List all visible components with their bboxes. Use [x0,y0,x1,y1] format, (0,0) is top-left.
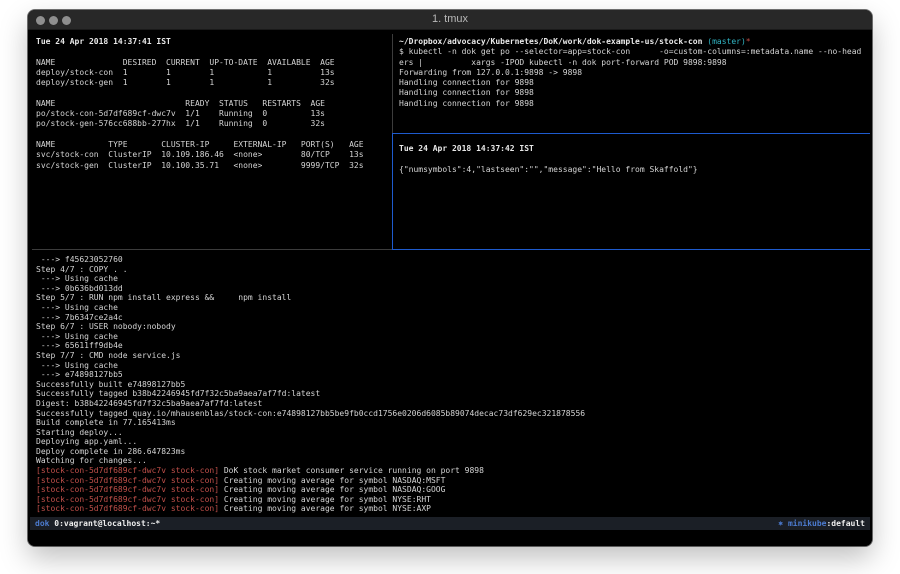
terminal-line [399,154,870,164]
terminal-line: ~/Dropbox/advocacy/Kubernetes/DoK/work/d… [399,37,870,47]
terminal-line: Digest: b38b42246945fd7f32c5ba9aea7af7fd… [36,399,870,409]
pane-port-forward[interactable]: ~/Dropbox/advocacy/Kubernetes/DoK/work/d… [394,34,870,133]
terminal-line: Tue 24 Apr 2018 14:37:42 IST [399,144,870,154]
terminal-line: [stock-con-5d7df689cf-dwc7v stock-con] C… [36,504,870,514]
terminal-line: [stock-con-5d7df689cf-dwc7v stock-con] D… [36,466,870,476]
tmux-session: Tue 24 Apr 2018 14:37:41 IST NAME DESIRE… [28,31,872,546]
terminal-line [36,88,392,98]
terminal-line: ---> Using cache [36,332,870,342]
terminal-line: Step 4/7 : COPY . . [36,265,870,275]
terminal-line: po/stock-con-5d7df689cf-dwc7v 1/1 Runnin… [36,109,392,119]
pane-divider-vertical-active[interactable] [392,133,393,249]
kube-context-indicator: ⎈ minikube:default [778,517,865,530]
terminal-line: Step 6/7 : USER nobody:nobody [36,322,870,332]
terminal-line: Build complete in 77.165413ms [36,418,870,428]
status-window-item[interactable]: 0:vagrant@localhost:~* [49,517,160,530]
kubernetes-wheel-icon: ⎈ [778,517,788,530]
window-titlebar: 1. tmux [28,10,872,30]
terminal-line: Successfully tagged b38b42246945fd7f32c5… [36,389,870,399]
pane-divider-horizontal-inactive[interactable] [32,249,392,250]
kube-namespace: :default [826,517,865,530]
terminal-line: svc/stock-con ClusterIP 10.109.186.46 <n… [36,150,392,160]
terminal-line: deploy/stock-con 1 1 1 1 13s [36,68,392,78]
terminal-line: Tue 24 Apr 2018 14:37:41 IST [36,37,392,47]
terminal-line: [stock-con-5d7df689cf-dwc7v stock-con] C… [36,485,870,495]
pane-divider-horizontal-active[interactable] [393,133,870,134]
terminal-line: NAME TYPE CLUSTER-IP EXTERNAL-IP PORT(S)… [36,140,392,150]
terminal-line: NAME DESIRED CURRENT UP-TO-DATE AVAILABL… [36,58,392,68]
window-title: 1. tmux [28,13,872,25]
pane-divider-horizontal-active-right[interactable] [392,249,870,250]
terminal-line [36,47,392,57]
terminal-line: $ kubectl -n dok get po --selector=app=s… [399,47,870,57]
terminal-line: NAME READY STATUS RESTARTS AGE [36,99,392,109]
terminal-line: ---> f45623052760 [36,255,870,265]
terminal-line: Successfully built e74898127bb5 [36,380,870,390]
terminal-line: ---> 65611ff9db4e [36,341,870,351]
terminal-line: Handling connection for 9898 [399,78,870,88]
terminal-line: Step 5/7 : RUN npm install express && np… [36,293,870,303]
terminal-line: po/stock-gen-576cc688bb-277hx 1/1 Runnin… [36,119,392,129]
kube-context: minikube [788,517,827,530]
terminal-line: Deploying app.yaml... [36,437,870,447]
terminal-line: [stock-con-5d7df689cf-dwc7v stock-con] C… [36,495,870,505]
terminal-line: Deploy complete in 286.647823ms [36,447,870,457]
terminal-line: ---> 0b636bd013dd [36,284,870,294]
terminal-line: Handling connection for 9898 [399,88,870,98]
terminal-line: ---> Using cache [36,303,870,313]
terminal-line: ---> Using cache [36,361,870,371]
terminal-line: Watching for changes... [36,456,870,466]
terminal-line: Successfully tagged quay.io/mhausenblas/… [36,409,870,419]
pane-divider-vertical-inactive[interactable] [392,34,393,133]
terminal-line: {"numsymbols":4,"lastseen":"","message":… [399,165,870,175]
pane-skaffold-build-log[interactable]: ---> f45623052760Step 4/7 : COPY . . ---… [32,251,870,516]
pane-kubectl-watch[interactable]: Tue 24 Apr 2018 14:37:41 IST NAME DESIRE… [32,34,392,248]
terminal-line: Handling connection for 9898 [399,99,870,109]
terminal-line: [stock-con-5d7df689cf-dwc7v stock-con] C… [36,476,870,486]
terminal-window: 1. tmux Tue 24 Apr 2018 14:37:41 IST NAM… [28,10,872,546]
terminal-line: ---> e74898127bb5 [36,370,870,380]
terminal-line: svc/stock-gen ClusterIP 10.100.35.71 <no… [36,161,392,171]
terminal-line [36,130,392,140]
pane-app-output-active[interactable]: Tue 24 Apr 2018 14:37:42 IST {"numsymbol… [394,135,870,248]
terminal-line: ---> Using cache [36,274,870,284]
terminal-line: deploy/stock-gen 1 1 1 1 32s [36,78,392,88]
terminal-line: Forwarding from 127.0.0.1:9898 -> 9898 [399,68,870,78]
terminal-line: ---> 7b6347ce2a4c [36,313,870,323]
tmux-status-bar: dok 0:vagrant@localhost:~* ⎈ minikube:de… [30,517,870,530]
session-name: dok [35,517,49,530]
terminal-line: ers | xargs -IPOD kubectl -n dok port-fo… [399,58,870,68]
terminal-line: Starting deploy... [36,428,870,438]
terminal-line: Step 7/7 : CMD node service.js [36,351,870,361]
